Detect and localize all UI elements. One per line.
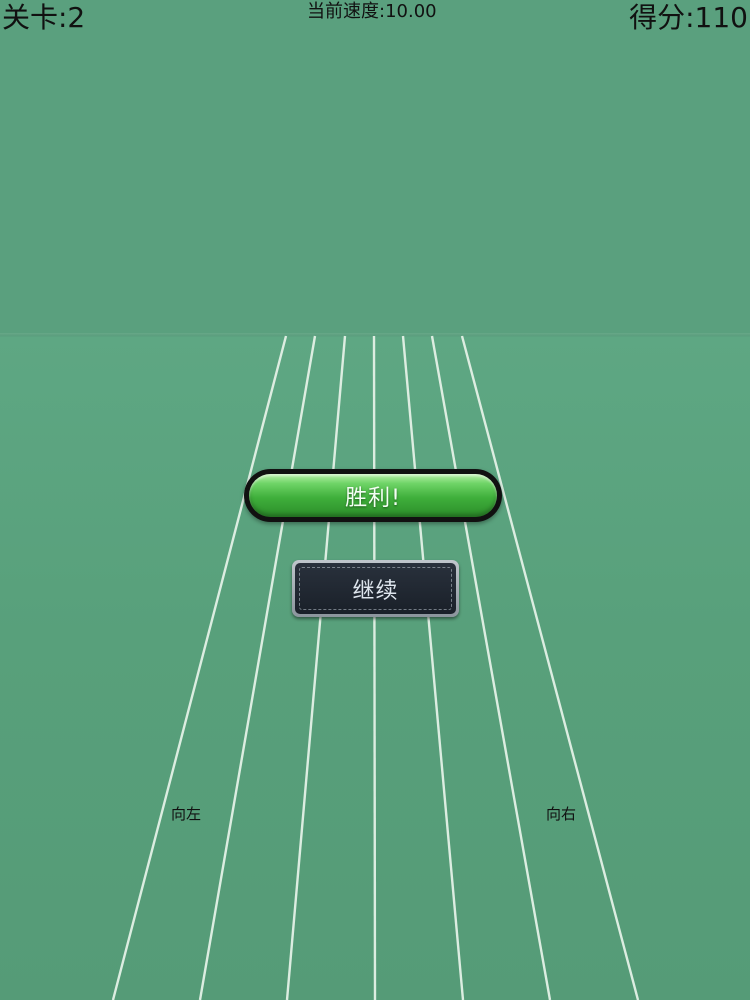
lane-line-1 (111, 335, 288, 1000)
level-indicator: 关卡:2 (2, 1, 86, 34)
continue-button-label[interactable]: 继续 (352, 573, 398, 605)
move-right-button[interactable]: 向右 (542, 802, 580, 826)
victory-text: 胜利! (345, 485, 401, 511)
lane-line-6 (430, 335, 552, 1000)
lane-line-5 (401, 335, 465, 1000)
lane-line-2 (198, 335, 317, 1000)
victory-banner: 胜利! (244, 469, 502, 522)
lane-line-7 (460, 335, 640, 1000)
lane-line-3 (285, 335, 347, 1000)
speed-indicator: 当前速度:10.00 (307, 1, 437, 22)
move-left-button[interactable]: 向左 (167, 802, 205, 826)
score-indicator: 得分:110 (629, 1, 748, 34)
continue-button[interactable]: 继续 (292, 560, 459, 617)
continue-button-face[interactable]: 继续 (295, 563, 456, 614)
victory-banner-pill: 胜利! (249, 474, 497, 517)
lane-line-4 (372, 335, 377, 1000)
